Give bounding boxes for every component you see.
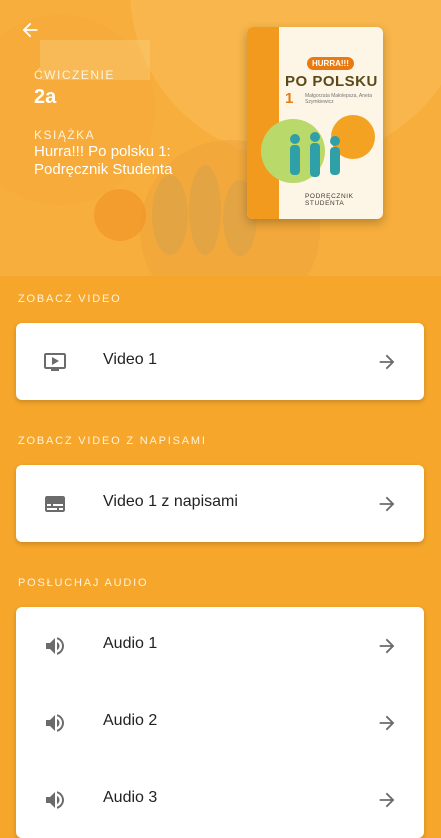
book-title: Hurra!!! Po polsku 1: Podręcznik Student… [34,143,173,178]
section-label-video: ZOBACZ VIDEO [18,293,122,305]
video-subtitles-card: Video 1 z napisami [16,465,424,542]
cover-number: 1 [285,90,294,107]
list-item-label: Audio 2 [103,712,158,729]
list-item-label: Video 1 z napisami [103,493,238,510]
cover-logo: HURRA!!! [307,57,354,70]
cover-subtitle: PODRĘCZNIK STUDENTA [305,193,354,207]
exercise-value: 2a [34,86,57,108]
arrow-right-icon [379,792,395,808]
video-play-icon [44,353,66,371]
exercise-label: ĆWICZENIE [34,68,115,82]
speaker-icon [46,791,64,809]
back-button[interactable] [14,14,46,46]
book-cover: HURRA!!! PO POLSKU 1 Małgorzata Małoleps… [247,27,383,219]
video-card: Video 1 [16,323,424,400]
cover-strip [247,27,279,219]
list-item-label: Audio 1 [103,635,158,652]
section-label-audio: POSŁUCHAJ AUDIO [18,577,149,589]
header: ĆWICZENIE 2a KSIĄŻKA Hurra!!! Po polsku … [0,0,441,276]
speaker-icon [46,714,64,732]
list-item-video-1-subtitles[interactable]: Video 1 z napisami [16,465,424,542]
list-item-label: Video 1 [103,351,157,368]
section-label-video-subtitles: ZOBACZ VIDEO Z NAPISAMI [18,435,207,447]
arrow-right-icon [379,354,395,370]
list-item-label: Audio 3 [103,789,158,806]
audio-card: Audio 1 Audio 2 Audio 3 [16,607,424,838]
list-item-audio-2[interactable]: Audio 2 [16,684,424,761]
cover-authors: Małgorzata Małolepsza, Aneta Szymkiewicz [305,93,372,105]
cover-people-illustration [290,132,340,177]
list-item-video-1[interactable]: Video 1 [16,323,424,400]
cover-title-text: PO POLSKU [285,73,378,90]
arrow-right-icon [379,715,395,731]
arrow-right-icon [379,638,395,654]
book-label: KSIĄŻKA [34,128,96,142]
arrow-left-icon [22,22,38,38]
subtitles-icon [45,496,65,512]
list-item-audio-1[interactable]: Audio 1 [16,607,424,684]
speaker-icon [46,637,64,655]
arrow-right-icon [379,496,395,512]
